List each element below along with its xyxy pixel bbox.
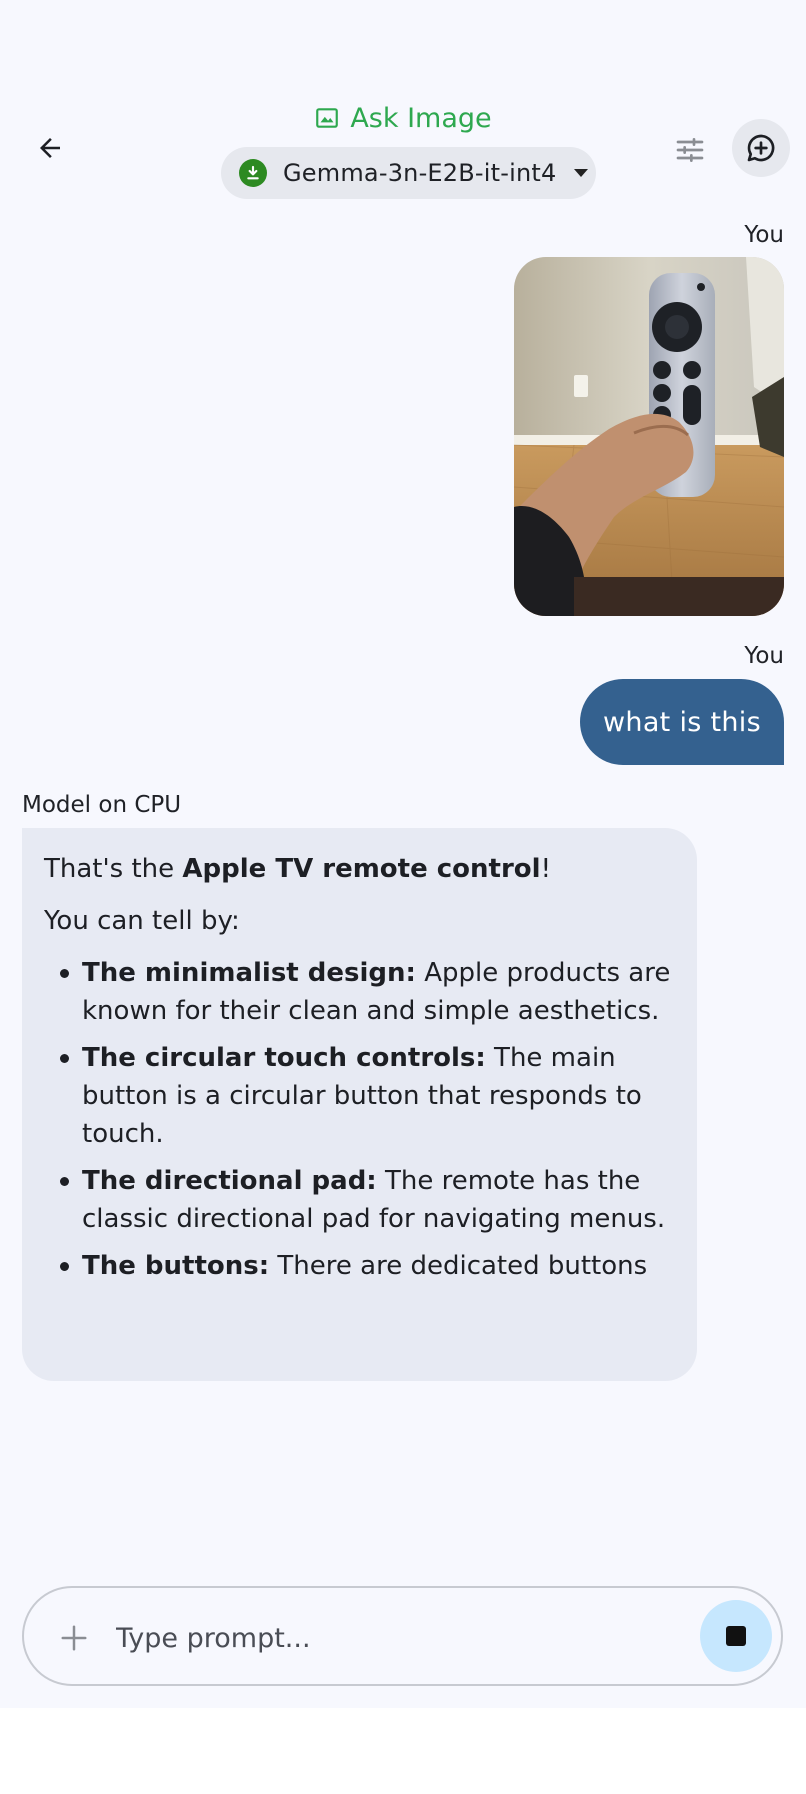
download-icon bbox=[239, 159, 267, 187]
response-lead: You can tell by: bbox=[44, 906, 240, 936]
title-text: Ask Image bbox=[350, 102, 492, 134]
list-item: The buttons: There are dedicated buttons bbox=[44, 1247, 677, 1285]
response-intro: That's the Apple TV remote control! bbox=[44, 854, 552, 884]
new-chat-button[interactable] bbox=[732, 119, 790, 177]
sender-label-user: You bbox=[744, 222, 784, 248]
list-item: The directional pad: The remote has the … bbox=[44, 1162, 677, 1238]
prompt-input[interactable] bbox=[114, 1612, 708, 1664]
tune-icon bbox=[676, 138, 704, 162]
sender-label-user: You bbox=[744, 643, 784, 669]
model-name: Gemma-3n-E2B-it-int4 bbox=[283, 159, 557, 187]
chevron-down-icon bbox=[574, 169, 589, 177]
list-item: The circular touch controls: The main bu… bbox=[44, 1039, 677, 1153]
prompt-bar bbox=[22, 1586, 783, 1686]
response-list: The minimalist design: Apple products ar… bbox=[44, 954, 677, 1285]
remote-control-photo bbox=[514, 257, 784, 616]
model-response-bubble: That's the Apple TV remote control! You … bbox=[22, 828, 697, 1381]
user-message-bubble: what is this bbox=[580, 679, 784, 765]
plus-icon bbox=[61, 1625, 87, 1651]
stop-button[interactable] bbox=[700, 1600, 772, 1672]
settings-button[interactable] bbox=[664, 124, 716, 176]
sender-label-model: Model on CPU bbox=[22, 792, 182, 818]
image-icon bbox=[316, 108, 339, 128]
stop-icon bbox=[726, 1626, 746, 1646]
model-selector[interactable]: Gemma-3n-E2B-it-int4 bbox=[221, 147, 596, 199]
list-item: The minimalist design: Apple products ar… bbox=[44, 954, 677, 1030]
bottom-area bbox=[0, 1708, 806, 1794]
add-attachment-button[interactable] bbox=[54, 1618, 94, 1658]
user-image-message[interactable] bbox=[514, 257, 784, 616]
new-chat-icon bbox=[747, 134, 775, 162]
